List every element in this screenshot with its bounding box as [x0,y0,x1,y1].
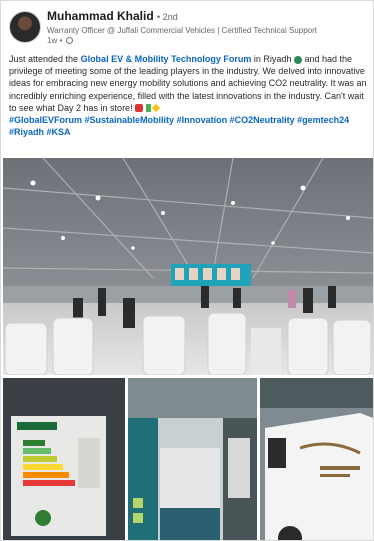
author-name-row: Muhammad Khalid • 2nd [47,9,178,23]
event-link[interactable]: Global EV & Mobility Technology Forum [81,54,252,64]
energy-label-photo[interactable] [3,378,125,540]
post-time: 1w • [47,36,63,45]
hashtag[interactable]: #Riyadh [9,127,44,137]
forum-hall-photo[interactable] [3,158,373,375]
globe-icon [66,37,74,45]
author-avatar[interactable] [9,11,41,43]
hashtag[interactable]: #SustainableMobility [85,115,175,125]
post-card: Muhammad Khalid • 2nd Warranty Officer @… [0,0,374,541]
hashtag[interactable]: #CO2Neutrality [230,115,295,125]
car-emoji-icon [135,104,144,113]
post-body: Just attended the Global EV & Mobility T… [9,53,369,138]
white-van-photo[interactable] [260,378,373,540]
hashtag[interactable]: #KSA [47,127,71,137]
hashtag[interactable]: #GlobalEVForum [9,115,82,125]
hashtag[interactable]: #gemtech24 [297,115,349,125]
post-header: Muhammad Khalid • 2nd Warranty Officer @… [9,8,369,48]
earth-globe-emoji-icon [293,55,302,64]
battery-emoji-icon [145,104,151,113]
author-headline: Warranty Officer @ Juffali Commercial Ve… [47,26,318,35]
sparkles-emoji-icon [151,104,161,113]
author-name[interactable]: Muhammad Khalid [47,9,154,23]
post-meta: 1w • [47,36,74,45]
hashtag[interactable]: #Innovation [177,115,228,125]
exhibition-booth-photo[interactable] [128,378,257,540]
connection-degree: • 2nd [157,12,178,22]
post-text-start: Just attended the [9,54,81,64]
post-text-location: in Riyadh [251,54,294,64]
